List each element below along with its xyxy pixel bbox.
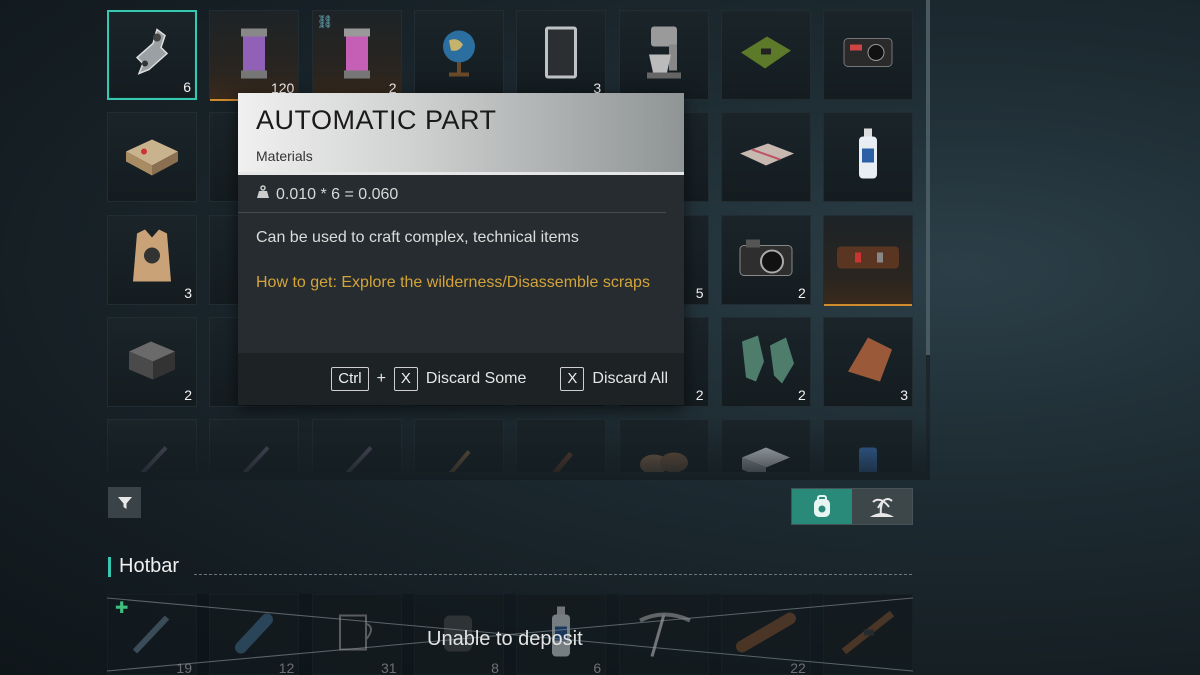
mixer-icon xyxy=(639,25,689,86)
hotbar-divider xyxy=(194,574,912,575)
toggle-island[interactable] xyxy=(852,489,912,524)
hotbar-accent-bar xyxy=(108,556,111,577)
tooltip-header: AUTOMATIC PART Materials xyxy=(238,93,684,175)
leather-icon xyxy=(838,331,898,392)
canister-icon xyxy=(237,25,271,86)
automatic-part-icon xyxy=(127,26,177,85)
inventory-slot[interactable]: 3 xyxy=(107,214,197,305)
inventory-slot[interactable] xyxy=(107,112,197,203)
x-key-hint-2: X xyxy=(560,367,585,391)
plus-sign: + xyxy=(376,370,386,387)
tooltip-how-to-get: How to get: Explore the wilderness/Disas… xyxy=(256,274,650,291)
hotbar-title: Hotbar xyxy=(119,555,180,577)
hotbar-add-icon: ✚ xyxy=(115,600,129,617)
inventory-slot[interactable]: 3 xyxy=(516,10,607,100)
inventory-slot[interactable] xyxy=(618,419,709,472)
island-icon xyxy=(870,497,894,517)
inventory-slot[interactable]: 2 xyxy=(107,316,197,407)
vest-icon xyxy=(129,227,175,292)
inventory-slot[interactable] xyxy=(311,419,402,472)
filter-icon xyxy=(117,496,132,509)
item-tooltip: AUTOMATIC PART Materials 0.010 * 6 = 0.0… xyxy=(238,93,684,405)
inventory-slot[interactable]: 2 xyxy=(720,214,811,305)
gloves-icon xyxy=(734,331,798,392)
inventory-slot[interactable] xyxy=(823,112,914,203)
weight-icon xyxy=(256,185,270,204)
inventory-slot[interactable] xyxy=(823,214,914,306)
discard-some-button[interactable]: Discard Some xyxy=(426,370,526,388)
item-count: 6 xyxy=(183,79,191,95)
pen-icon xyxy=(132,442,172,472)
backpack-icon xyxy=(814,494,830,517)
pink-canister-icon xyxy=(340,25,374,86)
inventory-slot[interactable]: 2 xyxy=(720,316,811,407)
circuit-board-icon xyxy=(737,33,795,78)
inventory-slot[interactable]: ⛓ 2 xyxy=(311,10,402,101)
item-count: 5 xyxy=(695,284,704,301)
item-count: 3 xyxy=(184,284,192,301)
ctrl-key-hint: Ctrl xyxy=(331,367,369,391)
globe-icon xyxy=(439,25,479,86)
pen-icon xyxy=(337,442,377,472)
x-key-hint: X xyxy=(393,367,418,391)
tablet-icon xyxy=(541,25,581,86)
inventory-slot[interactable]: 120 xyxy=(209,10,300,101)
pen-icon xyxy=(234,442,274,472)
tooltip-title: AUTOMATIC PART xyxy=(256,105,497,135)
item-count: 2 xyxy=(798,284,806,301)
inventory-slot[interactable] xyxy=(107,419,197,472)
crate-icon xyxy=(738,444,794,472)
toggle-backpack[interactable] xyxy=(792,489,852,524)
dashcam-icon xyxy=(842,35,894,76)
metal-box-icon xyxy=(125,337,179,386)
item-count: 2 xyxy=(695,386,704,403)
tooltip-actions: Ctrl + X Discard Some X Discard All xyxy=(238,353,684,405)
inventory-slot[interactable]: 6 xyxy=(107,10,197,100)
link-icon: ⛓ xyxy=(316,14,334,29)
inventory-slot[interactable] xyxy=(823,419,914,472)
tooltip-weight: 0.010 * 6 = 0.060 xyxy=(276,185,399,203)
item-count: 3 xyxy=(900,386,909,403)
inventory-slot[interactable] xyxy=(720,112,811,203)
item-count: 2 xyxy=(798,386,806,403)
inventory-slot[interactable] xyxy=(720,419,811,472)
can-icon xyxy=(855,444,881,472)
toolbox-icon xyxy=(122,132,182,183)
inventory-slot[interactable] xyxy=(516,419,607,472)
rocks-icon xyxy=(636,447,692,472)
tooltip-category: Materials xyxy=(256,148,313,164)
inventory-slot[interactable] xyxy=(823,10,914,100)
inventory-slot[interactable] xyxy=(413,419,504,472)
inventory-scrollbar-thumb[interactable] xyxy=(926,0,930,355)
bottle-icon xyxy=(855,127,881,188)
inventory-slot[interactable] xyxy=(413,10,504,100)
discard-all-button[interactable]: Discard All xyxy=(592,370,668,388)
unable-to-deposit-text: Unable to deposit xyxy=(427,628,583,650)
inventory-slot[interactable] xyxy=(618,10,709,100)
tooltip-description: Can be used to craft complex, technical … xyxy=(256,229,579,246)
inventory-slot[interactable] xyxy=(209,419,300,472)
filter-button[interactable] xyxy=(108,487,141,518)
inventory-slot[interactable] xyxy=(720,10,811,100)
tooltip-weight-row: 0.010 * 6 = 0.060 xyxy=(238,175,666,213)
camera-icon xyxy=(738,235,794,284)
fabric-sheet-icon xyxy=(736,140,796,175)
hotbar-header: Hotbar xyxy=(108,555,179,578)
storage-mode-toggle[interactable] xyxy=(791,488,913,525)
stick-icon xyxy=(439,442,479,472)
leather-case-icon xyxy=(833,240,903,279)
inventory-slot[interactable]: 3 xyxy=(823,316,914,407)
tool-icon xyxy=(541,442,581,472)
item-count: 2 xyxy=(184,386,192,403)
